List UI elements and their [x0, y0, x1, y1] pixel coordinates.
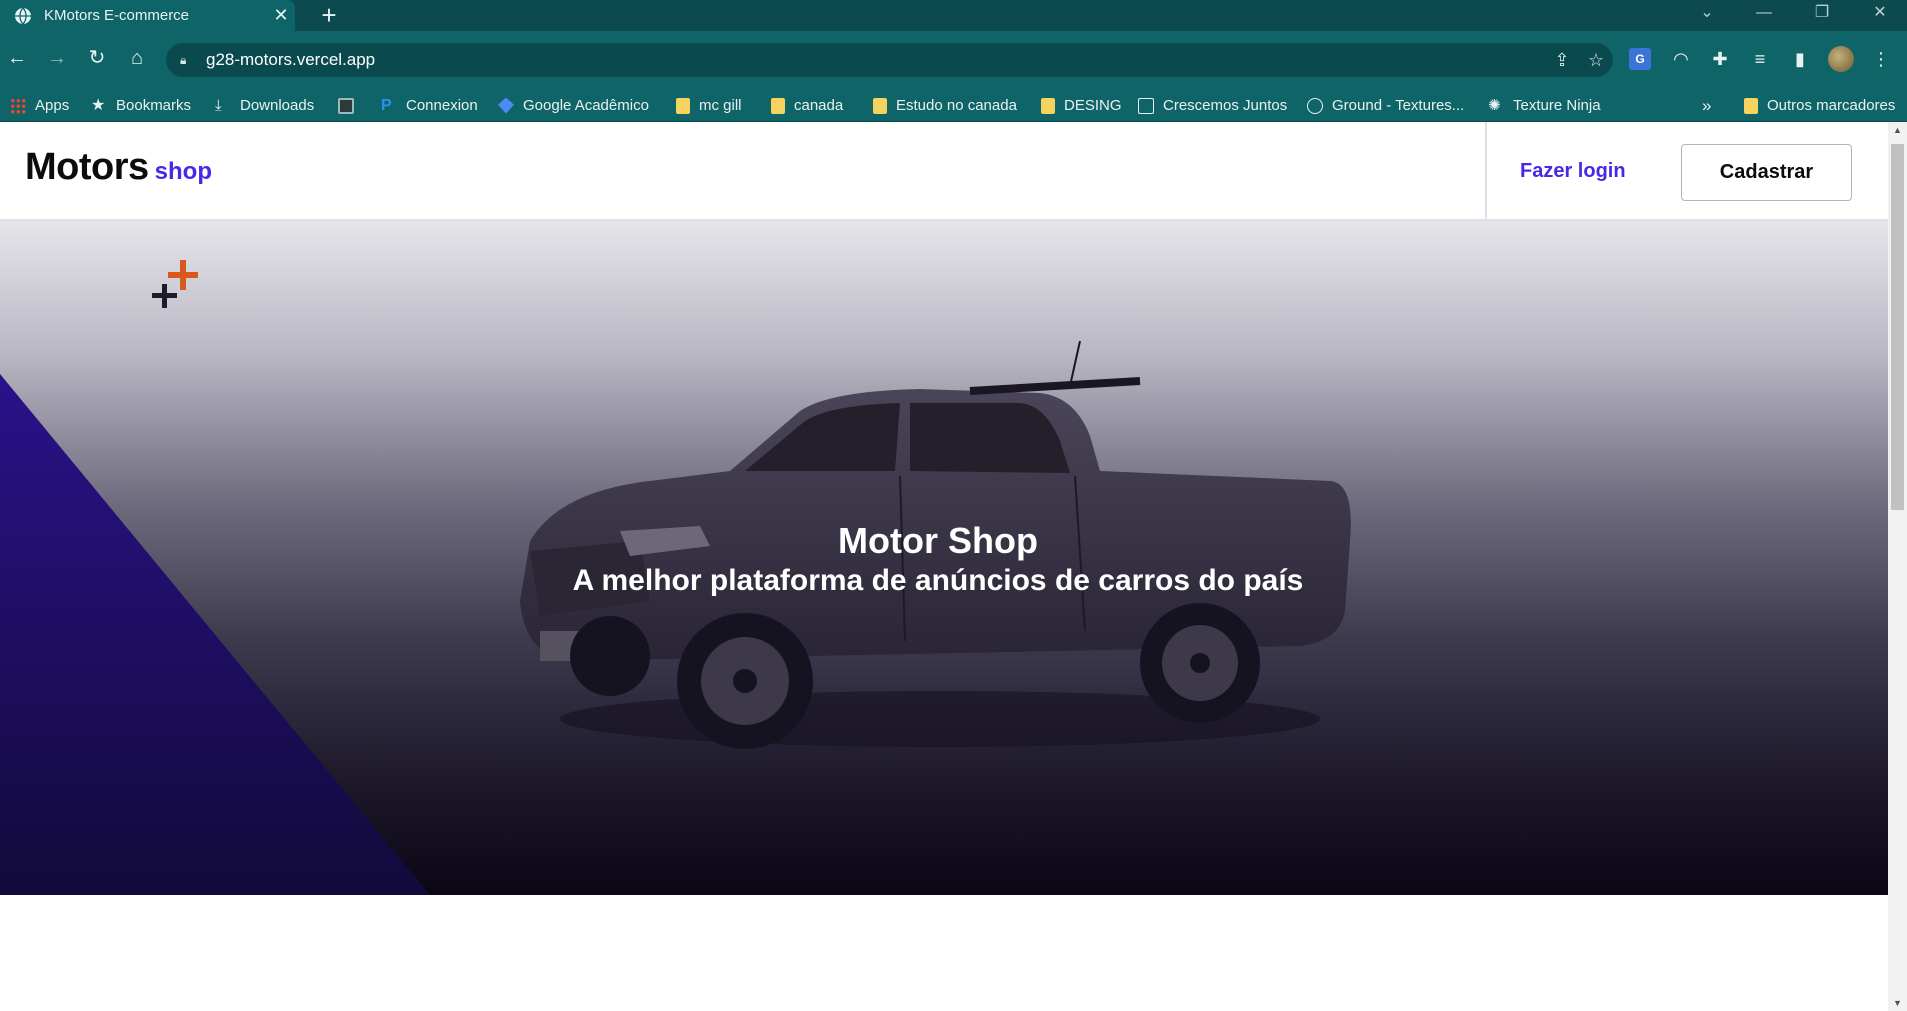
- bookmark-mc-gill[interactable]: mc gill: [676, 89, 742, 122]
- hero-subtitle: A melhor plataforma de anúncios de carro…: [572, 564, 1304, 597]
- scholar-icon: [498, 97, 514, 114]
- hero-title: Motor Shop: [838, 520, 1038, 561]
- close-window-button[interactable]: ✕: [1857, 0, 1903, 28]
- bookmark-label: Texture Ninja: [1513, 97, 1601, 114]
- browser-tab[interactable]: KMotors E-commerce ✕: [0, 0, 295, 31]
- profile-avatar[interactable]: [1824, 43, 1858, 75]
- hero-text: Motor Shop A melhor plataforma de anúnci…: [0, 520, 1876, 600]
- bookmark-label: Crescemos Juntos: [1163, 97, 1288, 114]
- bookmark-downloads[interactable]: ⤓ Downloads: [215, 89, 314, 122]
- forward-button[interactable]: →: [42, 43, 72, 73]
- folder-icon: [1744, 97, 1758, 114]
- bookmark-label: Apps: [35, 97, 70, 114]
- scroll-down-icon[interactable]: ▼: [1888, 995, 1907, 1011]
- login-link[interactable]: Fazer login: [1520, 160, 1626, 183]
- web-page: Motors shop Fazer login Cadastrar Motor …: [0, 122, 1888, 1011]
- bookmark-label: Ground - Textures...: [1332, 97, 1465, 114]
- doc-icon: [1138, 97, 1154, 114]
- new-tab-button[interactable]: +: [314, 1, 344, 31]
- bookmark-outros-marcadores[interactable]: Outros marcadores: [1744, 89, 1895, 122]
- bookmark-label: Outros marcadores: [1767, 97, 1896, 114]
- translate-icon: G: [1629, 48, 1651, 70]
- browser-tab-strip: KMotors E-commerce ✕ + ⌄ — ❐ ✕: [0, 0, 1907, 31]
- minimize-button[interactable]: —: [1741, 0, 1787, 28]
- bookmark-label: mc gill: [699, 97, 742, 114]
- bookmark-star-icon[interactable]: ☆: [1579, 50, 1613, 71]
- bookmark-label: Connexion: [406, 97, 478, 114]
- header-divider: [1485, 122, 1487, 221]
- folder-icon: [676, 97, 690, 114]
- folder-icon: [771, 97, 785, 114]
- more-bookmarks-button[interactable]: »: [1702, 89, 1711, 122]
- paypal-icon: P: [381, 96, 392, 114]
- plus-decoration-icon: [152, 260, 198, 308]
- avatar: [1828, 46, 1854, 72]
- arc-extension-icon[interactable]: ◠: [1664, 43, 1698, 75]
- google-translate-extension[interactable]: G: [1623, 43, 1657, 75]
- address-bar[interactable]: 🔒︎ g28-motors.vercel.app ⇪ ☆: [166, 43, 1613, 77]
- ninja-icon: ✺: [1488, 96, 1501, 114]
- side-panel-icon[interactable]: ▮: [1783, 43, 1817, 75]
- logo-main: Motors: [25, 146, 149, 188]
- logo-sub: shop: [154, 158, 212, 185]
- scroll-thumb[interactable]: [1891, 144, 1904, 510]
- page-scrollbar[interactable]: ▲ ▼: [1888, 122, 1907, 1011]
- browser-menu-icon[interactable]: ⋮: [1864, 43, 1898, 75]
- bookmark-label: DESING: [1064, 97, 1122, 114]
- restore-button[interactable]: ❐: [1799, 0, 1845, 28]
- bookmark-desing[interactable]: DESING: [1041, 89, 1122, 122]
- tab-close-icon[interactable]: ✕: [267, 5, 295, 26]
- download-icon: ⤓: [215, 96, 222, 114]
- tab-search-icon[interactable]: ⌄: [1684, 0, 1730, 28]
- bookmark-estudo-no-canada[interactable]: Estudo no canada: [873, 89, 1017, 122]
- bookmark-canada[interactable]: canada: [771, 89, 843, 122]
- texture-icon: [1307, 97, 1323, 114]
- bookmark-connexion[interactable]: P Connexion: [381, 89, 478, 122]
- bookmark-label: Downloads: [240, 97, 315, 114]
- bookmark-label: canada: [794, 97, 844, 114]
- bookmarks-bar: Apps ★ Bookmarks ⤓ Downloads P Connexion…: [0, 89, 1907, 122]
- signup-button[interactable]: Cadastrar: [1681, 144, 1852, 201]
- url-text: g28-motors.vercel.app: [206, 50, 376, 69]
- bookmark-texture-ninja[interactable]: ✺ Texture Ninja: [1488, 89, 1601, 122]
- media-control-icon[interactable]: ≡: [1743, 43, 1777, 75]
- folder-icon: [873, 97, 887, 114]
- globe-icon: [15, 7, 31, 24]
- bookmark-bookmarks[interactable]: ★ Bookmarks: [91, 89, 191, 122]
- bookmark-ground-textures[interactable]: Ground - Textures...: [1307, 89, 1464, 122]
- site-header: Motors shop Fazer login Cadastrar: [0, 122, 1888, 221]
- home-button[interactable]: ⌂: [122, 43, 152, 73]
- bookmark-google-academico[interactable]: Google Acadêmico: [498, 89, 649, 122]
- back-button[interactable]: ←: [2, 43, 32, 73]
- bookmark-crescemos-juntos[interactable]: Crescemos Juntos: [1138, 89, 1287, 122]
- lock-icon: 🔒︎: [180, 52, 187, 67]
- extensions-puzzle-icon[interactable]: ✚: [1703, 43, 1737, 75]
- bookmark-label: Bookmarks: [116, 97, 192, 114]
- hero-banner: Motor Shop A melhor plataforma de anúnci…: [0, 221, 1888, 895]
- bookmark-apps[interactable]: Apps: [10, 89, 69, 122]
- browser-toolbar: ← → ↻ ⌂ 🔒︎ g28-motors.vercel.app ⇪ ☆ G ◠…: [0, 31, 1907, 89]
- site-logo[interactable]: Motors shop: [25, 146, 212, 189]
- extension-icon: [338, 97, 354, 114]
- bookmark-label: Google Acadêmico: [523, 97, 649, 114]
- reload-button[interactable]: ↻: [82, 43, 112, 73]
- bookmark-label: Estudo no canada: [896, 97, 1017, 114]
- tab-title: KMotors E-commerce: [44, 7, 190, 24]
- scroll-up-icon[interactable]: ▲: [1888, 122, 1907, 138]
- folder-icon: [1041, 97, 1055, 114]
- star-icon: ★: [91, 96, 106, 114]
- apps-grid-icon: [10, 97, 26, 114]
- share-icon[interactable]: ⇪: [1545, 50, 1579, 71]
- bookmark-extension[interactable]: [338, 89, 363, 122]
